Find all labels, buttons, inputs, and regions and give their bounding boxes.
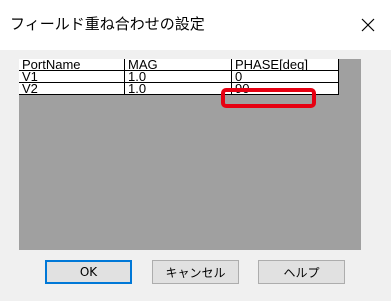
cell-phase[interactable]: 0 bbox=[231, 70, 339, 83]
cell-portname[interactable]: V2 bbox=[19, 82, 125, 95]
field-superposition-dialog: フィールド重ね合わせの設定 PortName MAG PHASE[deg] V1… bbox=[0, 0, 391, 301]
close-icon bbox=[361, 18, 375, 32]
column-header-mag[interactable]: MAG bbox=[124, 59, 232, 71]
cell-mag[interactable]: 1.0 bbox=[124, 70, 232, 83]
column-header-phase[interactable]: PHASE[deg] bbox=[231, 59, 339, 71]
close-button[interactable] bbox=[345, 0, 391, 50]
column-header-portname[interactable]: PortName bbox=[19, 59, 125, 71]
ok-button[interactable]: OK bbox=[45, 260, 132, 284]
help-button[interactable]: ヘルプ bbox=[258, 260, 345, 284]
cell-mag[interactable]: 1.0 bbox=[124, 82, 232, 95]
cancel-button[interactable]: キャンセル bbox=[152, 260, 239, 284]
title-bar: フィールド重ね合わせの設定 bbox=[0, 0, 391, 50]
table-row: V1 1.0 0 bbox=[19, 70, 339, 83]
window-title: フィールド重ね合わせの設定 bbox=[10, 15, 205, 33]
cell-portname[interactable]: V1 bbox=[19, 70, 125, 83]
header-row: PortName MAG PHASE[deg] bbox=[19, 59, 339, 71]
highlight-annotation bbox=[221, 88, 316, 108]
